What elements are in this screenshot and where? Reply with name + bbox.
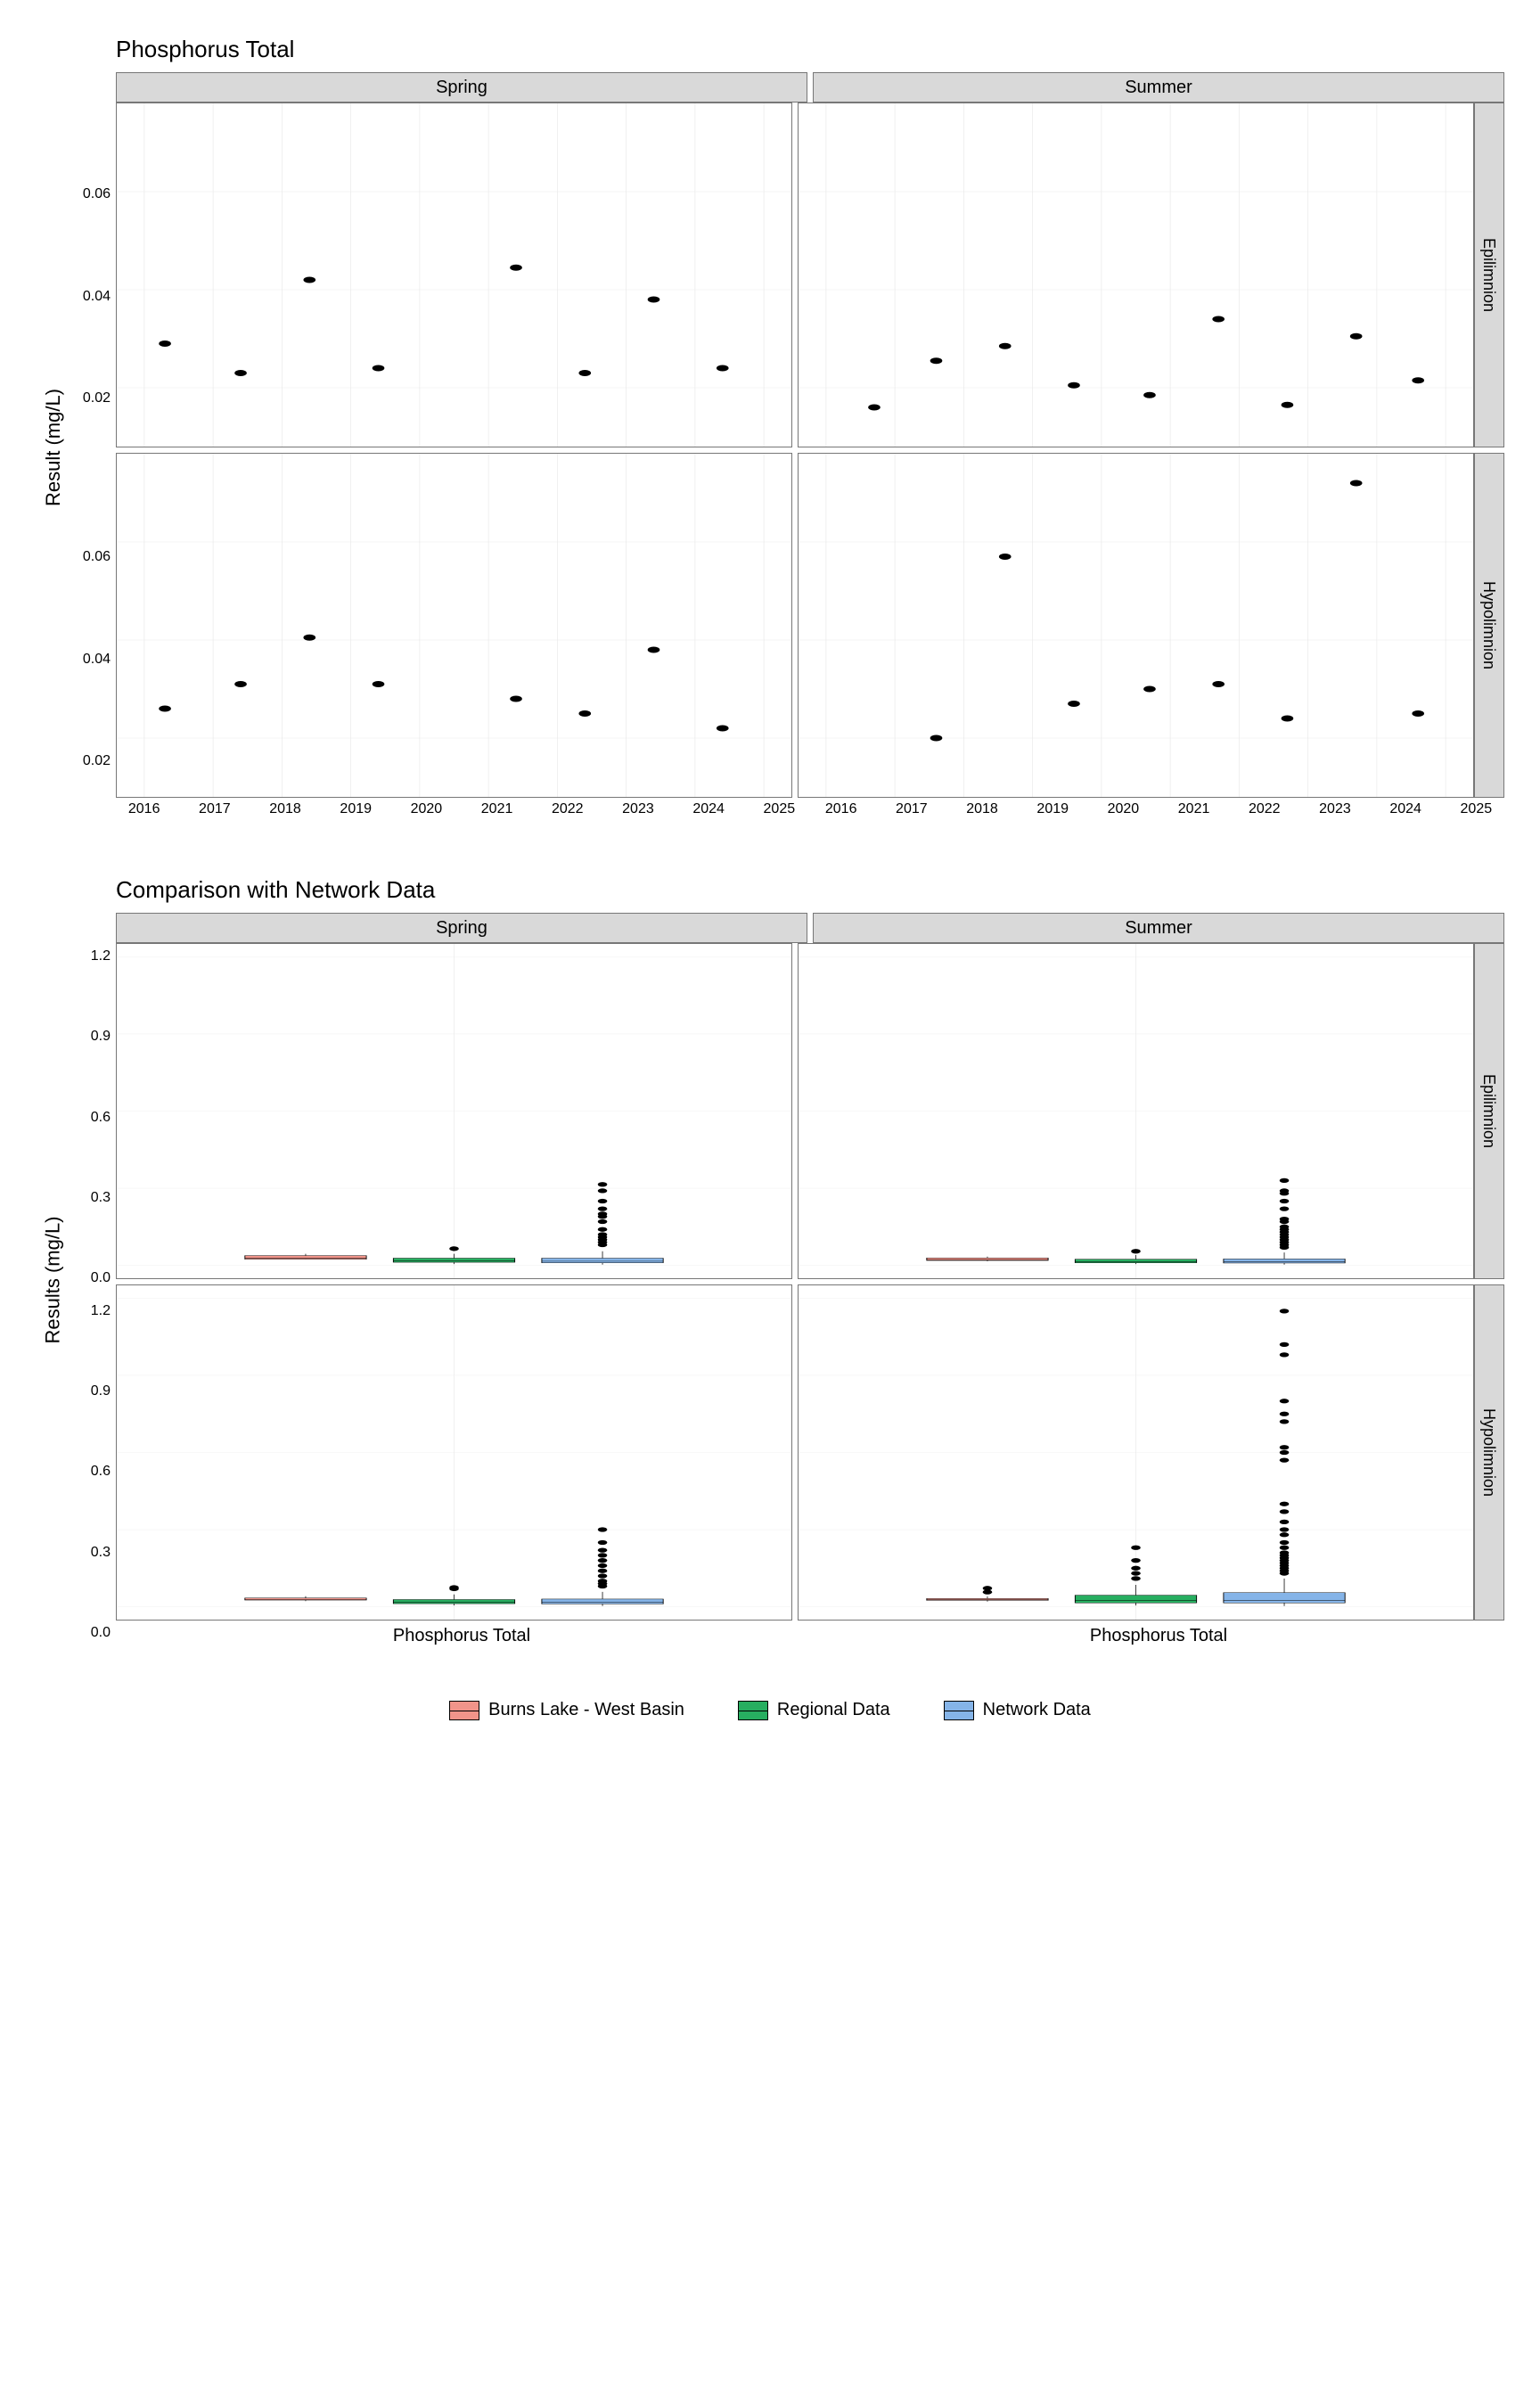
chart2-ylabel-wrap: Results (mg/L) (36, 913, 71, 1646)
row-facet-header: Epilimnion (1474, 103, 1504, 447)
row-facet-header: Epilimnion (1474, 943, 1504, 1279)
chart2-title: Comparison with Network Data (116, 876, 1504, 904)
box-panel (798, 943, 1474, 1279)
box-panel (116, 943, 792, 1279)
chart1-xaxis: 2016201720182019202020212022202320242025… (116, 801, 1504, 823)
legend-swatch (738, 1701, 768, 1720)
chart1-panels (116, 103, 1474, 798)
legend-label: Burns Lake - West Basin (488, 1700, 684, 1720)
chart2-ylabel: Results (mg/L) (42, 1216, 65, 1343)
scatter-panel (798, 453, 1474, 798)
chart1-row-headers: Epilimnion Hypolimnion (1474, 103, 1504, 798)
chart2-yticks: 0.00.30.60.91.20.00.30.60.91.2 (71, 913, 116, 1646)
chart1-yticks: 0.020.040.060.020.040.06 (71, 72, 116, 823)
legend-label: Regional Data (777, 1700, 890, 1720)
chart2-row-headers: Epilimnion Hypolimnion (1474, 943, 1504, 1621)
col-facet-header: Spring (116, 913, 807, 943)
row-facet-header: Hypolimnion (1474, 1284, 1504, 1621)
col-facet-header: Summer (813, 72, 1504, 103)
scatter-panel (798, 103, 1474, 447)
chart1-ylabel-wrap: Result (mg/L) (36, 72, 71, 823)
col-facet-header: Summer (813, 913, 1504, 943)
chart2-col-headers: SpringSummer (116, 913, 1504, 943)
chart1-ylabel: Result (mg/L) (42, 389, 65, 506)
chart1-title: Phosphorus Total (116, 36, 1504, 63)
chart2-xlabels: Phosphorus Total Phosphorus Total (116, 1626, 1504, 1646)
legend-swatch (944, 1701, 974, 1720)
legend-item: Network Data (944, 1700, 1091, 1720)
chart1-col-headers: SpringSummer (116, 72, 1504, 103)
x-category-label: Phosphorus Total (813, 1626, 1504, 1646)
legend-item: Burns Lake - West Basin (449, 1700, 684, 1720)
row-facet-header: Hypolimnion (1474, 453, 1504, 798)
box-panel (116, 1284, 792, 1621)
scatter-facet-chart: Phosphorus Total Result (mg/L) 0.020.040… (36, 36, 1504, 823)
col-facet-header: Spring (116, 72, 807, 103)
scatter-panel (116, 103, 792, 447)
chart2-panels (116, 943, 1474, 1621)
scatter-panel (116, 453, 792, 798)
legend: Burns Lake - West Basin Regional Data Netw… (36, 1700, 1504, 1720)
x-category-label: Phosphorus Total (116, 1626, 807, 1646)
legend-item: Regional Data (738, 1700, 890, 1720)
legend-label: Network Data (983, 1700, 1091, 1720)
legend-swatch (449, 1701, 479, 1720)
box-panel (798, 1284, 1474, 1621)
boxplot-facet-chart: Comparison with Network Data Results (mg… (36, 876, 1504, 1646)
